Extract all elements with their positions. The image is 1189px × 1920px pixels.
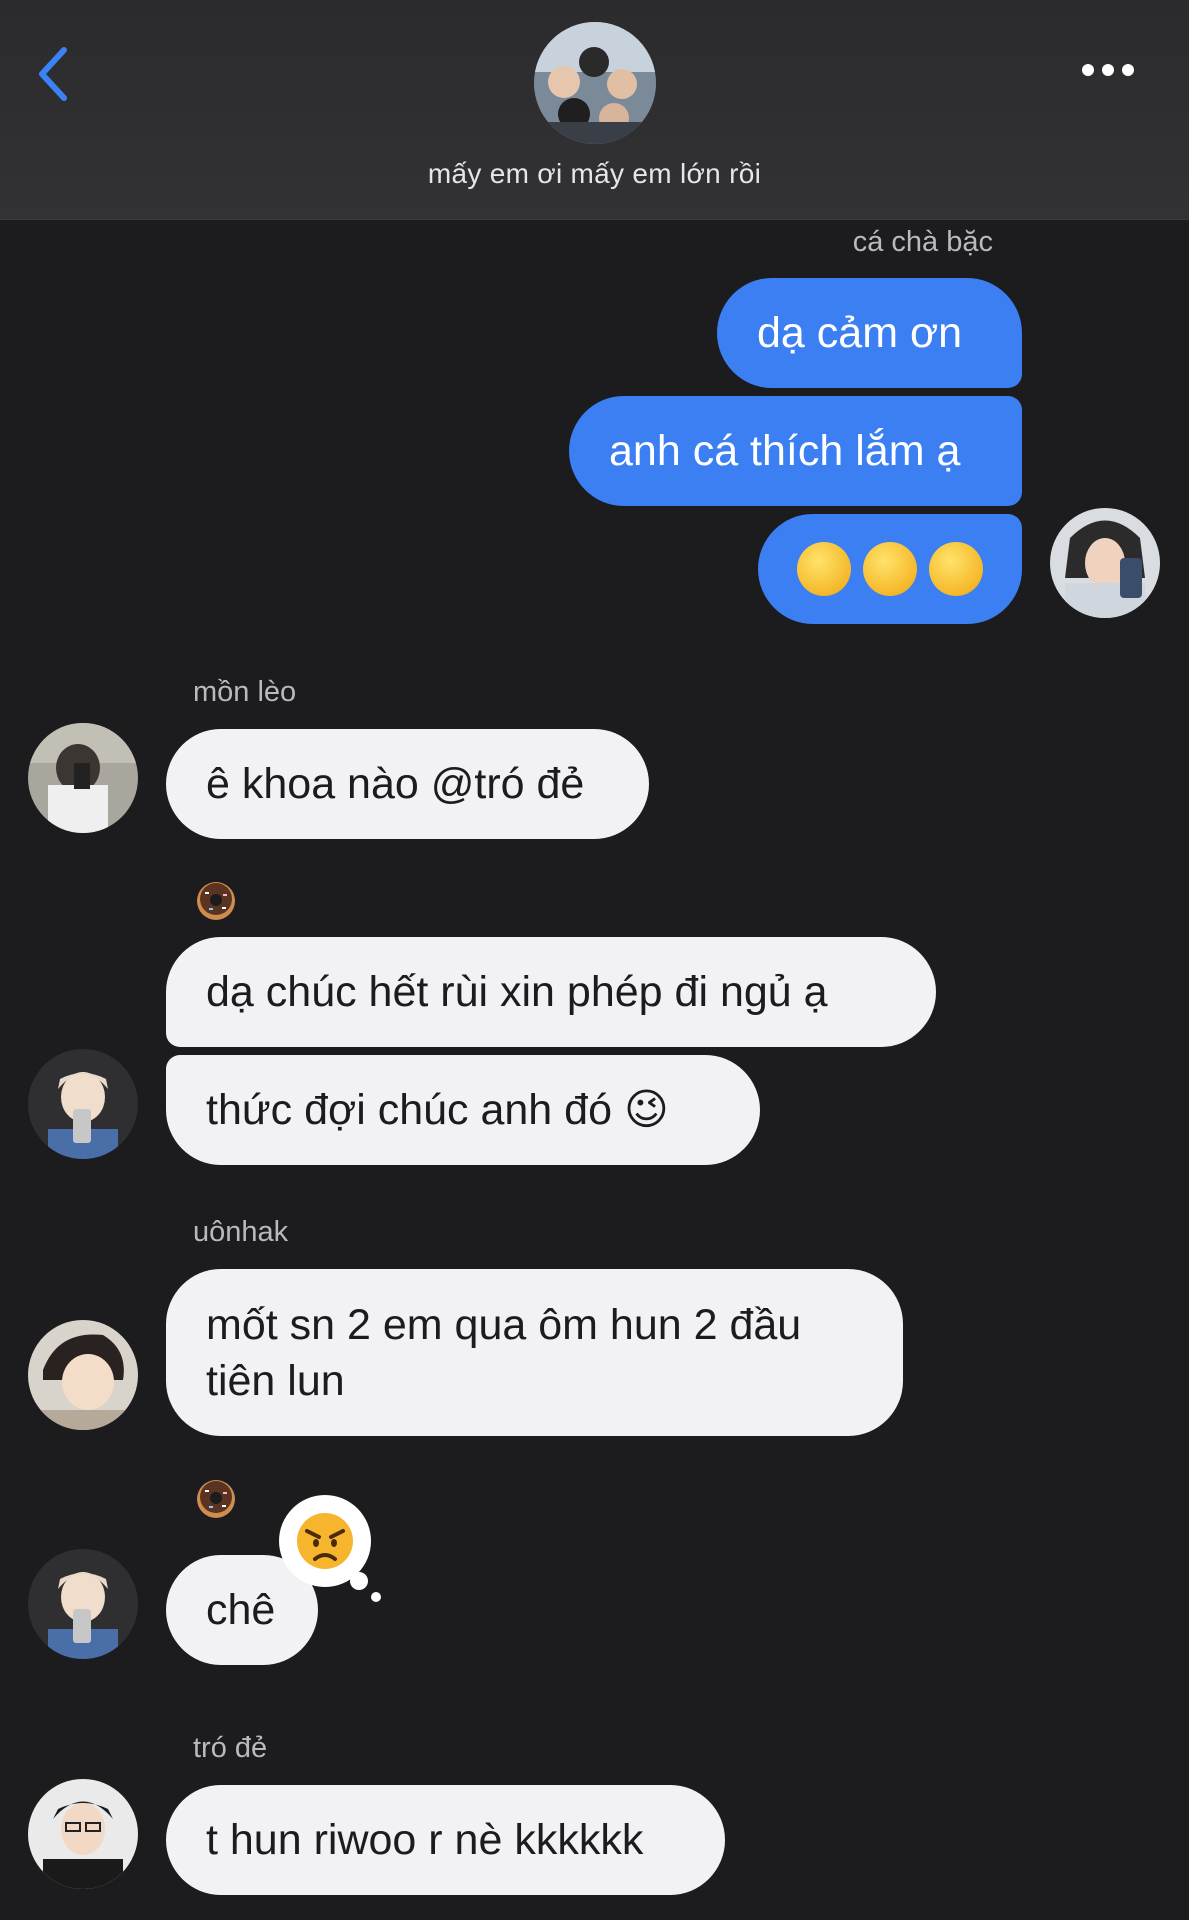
message-text: tiên lun	[206, 1356, 345, 1405]
message-bubble[interactable]: thức đợi chúc anh đó 😉	[166, 1055, 760, 1165]
message-text: dạ cảm ơn	[757, 309, 963, 357]
emoji-message-bubble[interactable]	[758, 514, 1022, 624]
back-chevron-icon[interactable]	[34, 44, 74, 104]
message-text: anh cá thích lắm ạ	[609, 427, 961, 475]
donut-icon	[197, 882, 235, 920]
message-bubble[interactable]: dạ cảm ơn	[717, 278, 1022, 388]
pleading-face-icon	[863, 542, 917, 596]
pleading-face-icon	[929, 542, 983, 596]
sender-name: uônhak	[193, 1216, 289, 1248]
pleading-face-icon	[797, 542, 851, 596]
avatar[interactable]	[28, 723, 138, 833]
chat-header: mấy em ơi mấy em lớn rồi	[0, 0, 1189, 220]
message-text: ê khoa nào @tró đẻ	[206, 760, 585, 808]
avatar[interactable]	[28, 1320, 138, 1430]
message-text: dạ chúc hết rùi xin phép đi ngủ ạ	[206, 968, 828, 1016]
message-bubble[interactable]: mốt sn 2 em qua ôm hun 2 đầu tiên lun	[166, 1269, 903, 1436]
message-bubble[interactable]: anh cá thích lắm ạ	[569, 396, 1022, 506]
message-text: mốt sn 2 em qua ôm hun 2 đầu	[206, 1300, 802, 1349]
sender-name: mồn lèo	[193, 676, 297, 708]
avatar[interactable]	[28, 1049, 138, 1159]
message-bubble[interactable]: ê khoa nào @tró đẻ	[166, 729, 649, 839]
sender-name: cá chà bặc	[852, 226, 993, 258]
message-text: thức đợi chúc anh đó 😉	[206, 1086, 669, 1134]
avatar[interactable]	[28, 1779, 138, 1889]
message-bubble[interactable]: t hun riwoo r nè kkkkkk	[166, 1785, 725, 1895]
avatar[interactable]	[28, 1549, 138, 1659]
message-text: chê	[206, 1586, 276, 1634]
donut-icon	[197, 1480, 235, 1518]
more-dots-icon[interactable]	[1080, 62, 1136, 78]
message-text: t hun riwoo r nè kkkkkk	[206, 1816, 644, 1864]
avatar[interactable]	[1050, 508, 1160, 618]
message-bubble[interactable]: dạ chúc hết rùi xin phép đi ngủ ạ	[166, 937, 936, 1047]
angry-face-icon	[279, 1495, 381, 1602]
group-name[interactable]: mấy em ơi mấy em lớn rồi	[0, 158, 1189, 190]
sender-name: tró đẻ	[193, 1732, 268, 1764]
group-avatar[interactable]	[534, 22, 656, 144]
